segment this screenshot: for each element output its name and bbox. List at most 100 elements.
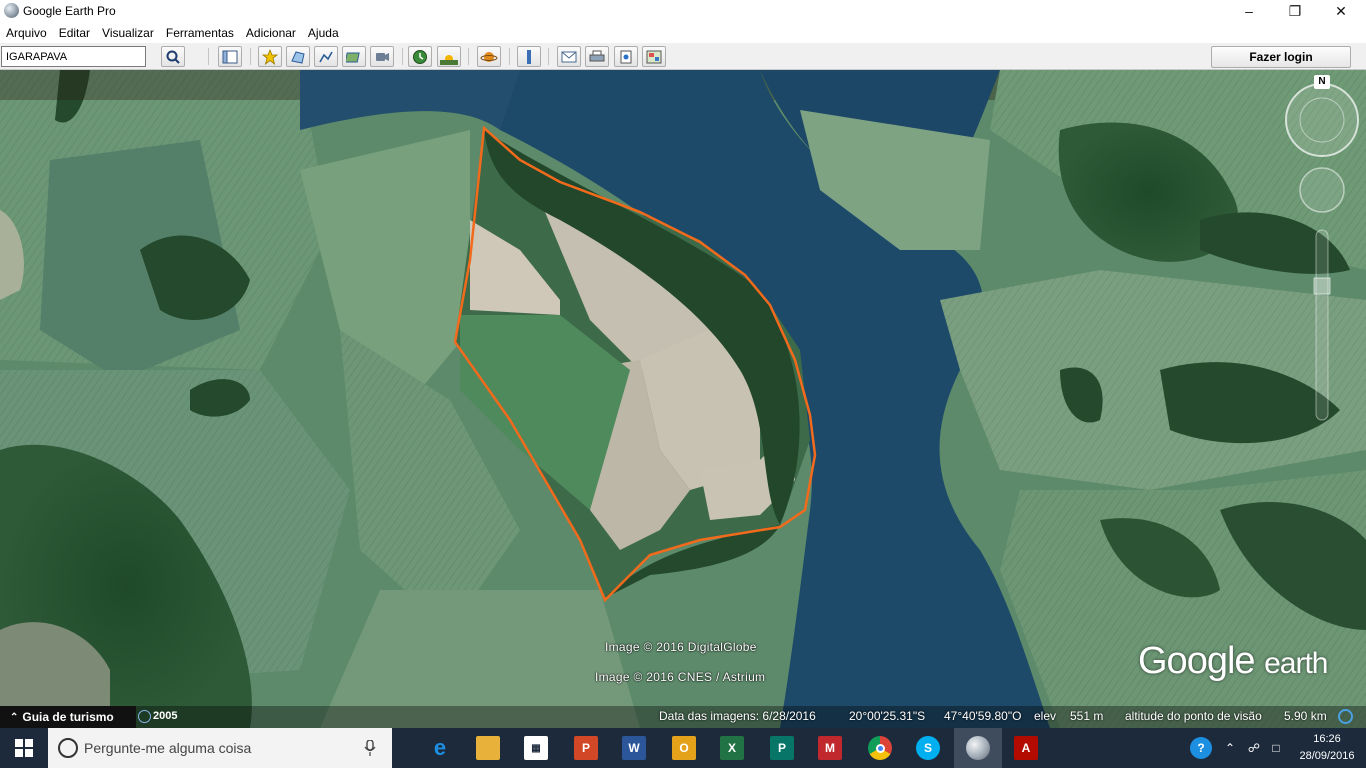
network-icon: ☍ (1247, 741, 1261, 755)
sidebar-toggle-button[interactable] (218, 46, 242, 67)
menu-bar: Arquivo Editar Visualizar Ferramentas Ad… (0, 22, 1366, 43)
help-tray-button[interactable]: ? (1186, 728, 1216, 768)
minimize-button[interactable]: – (1226, 0, 1272, 22)
sunlight-icon (440, 54, 458, 65)
elevation-label: elev (1034, 709, 1057, 723)
taskbar-publisher[interactable]: P (758, 728, 806, 768)
tour-guide-button[interactable]: ⌃ Guia de turismo (0, 706, 136, 728)
look-joystick[interactable] (1285, 83, 1359, 157)
map-view[interactable]: N Image © 2016 DigitalGlobe Image © 2016… (0, 70, 1366, 728)
excel-icon: X (720, 736, 744, 760)
view-in-maps-button[interactable] (642, 46, 666, 67)
taskbar-outlook[interactable]: O (660, 728, 708, 768)
network-tray[interactable]: ☍ (1242, 728, 1266, 768)
add-polygon-button[interactable] (286, 46, 310, 67)
path-icon (319, 51, 333, 62)
chrome-icon (868, 736, 892, 760)
media-app-icon: M (818, 736, 842, 760)
google-earth-logo: Google earth (1138, 640, 1329, 682)
save-image-button[interactable] (614, 46, 638, 67)
sidebar-toggle-icon (222, 50, 238, 63)
ruler-button[interactable] (517, 46, 541, 67)
toolbar-separator (509, 48, 510, 65)
historical-imagery-button[interactable] (408, 46, 432, 67)
close-button[interactable]: ✕ (1318, 0, 1364, 22)
email-button[interactable] (557, 46, 581, 67)
eye-altitude-value: 5.90 km (1284, 709, 1327, 723)
menu-arquivo[interactable]: Arquivo (0, 26, 53, 40)
print-button[interactable] (585, 46, 609, 67)
cortana-search-box[interactable]: Pergunte-me alguma coisa (48, 728, 392, 768)
clock-time: 16:26 (1313, 733, 1341, 745)
satellite-imagery[interactable] (0, 70, 1366, 728)
eye-altitude-label: altitude do ponto de visão (1125, 709, 1262, 723)
taskbar-clock[interactable]: 16:26 28/09/2016 (1294, 731, 1360, 765)
speaker-icon: □ (1272, 741, 1280, 755)
historical-imagery-icon (413, 49, 427, 64)
taskbar-word[interactable]: W (610, 728, 658, 768)
attribution-cnes: Image © 2016 CNES / Astrium (595, 670, 766, 684)
taskbar-media-app[interactable]: M (806, 728, 854, 768)
menu-editar[interactable]: Editar (53, 26, 96, 40)
add-image-overlay-button[interactable] (342, 46, 366, 67)
compass-north-label[interactable]: N (1314, 75, 1330, 89)
chevron-up-icon: ⌃ (1224, 741, 1236, 755)
placemark-icon (262, 48, 278, 65)
planets-icon (480, 51, 498, 62)
add-placemark-button[interactable] (258, 46, 282, 67)
search-button[interactable] (161, 46, 185, 67)
google-earth-icon (966, 736, 990, 760)
add-path-button[interactable] (314, 46, 338, 67)
maximize-button[interactable]: ❐ (1272, 0, 1318, 22)
menu-ajuda[interactable]: Ajuda (302, 26, 345, 40)
powerpoint-icon: P (574, 736, 598, 760)
status-bar: ⌃ Guia de turismo 2005 Data das imagens:… (0, 706, 1366, 728)
start-button[interactable] (0, 728, 48, 768)
image-overlay-icon (346, 52, 360, 62)
toolbar: Fazer login (0, 43, 1366, 70)
google-earth-app-icon (4, 3, 19, 18)
planets-button[interactable] (477, 46, 501, 67)
taskbar-acrobat[interactable]: A (1002, 728, 1050, 768)
menu-adicionar[interactable]: Adicionar (240, 26, 302, 40)
streaming-indicator-icon (1338, 709, 1353, 724)
toolbar-separator (208, 48, 209, 65)
longitude-readout: 47°40'59.80"O (944, 709, 1022, 723)
zoom-slider[interactable] (1315, 229, 1329, 421)
taskbar-file-explorer[interactable] (464, 728, 512, 768)
sunlight-button[interactable] (437, 46, 461, 67)
toolbar-separator (468, 48, 469, 65)
taskbar-chrome[interactable] (856, 728, 904, 768)
show-hidden-icons-button[interactable]: ⌃ (1218, 728, 1242, 768)
volume-tray[interactable]: □ (1264, 728, 1288, 768)
taskbar-google-earth[interactable] (954, 728, 1002, 768)
taskbar-skype[interactable]: S (904, 728, 952, 768)
menu-visualizar[interactable]: Visualizar (96, 26, 160, 40)
menu-ferramentas[interactable]: Ferramentas (160, 26, 240, 40)
outlook-icon: O (672, 736, 696, 760)
polygon-icon (291, 50, 305, 64)
windows-logo-icon (15, 739, 33, 757)
move-joystick[interactable] (1299, 167, 1345, 213)
skype-icon: S (916, 736, 940, 760)
save-image-icon (620, 50, 632, 63)
imagery-date: Data das imagens: 6/28/2016 (659, 709, 816, 723)
taskbar-powerpoint[interactable]: P (562, 728, 610, 768)
clock-icon[interactable] (138, 710, 151, 723)
toolbar-separator (402, 48, 403, 65)
taskbar-store[interactable]: ▦ (512, 728, 560, 768)
historical-imagery-year[interactable]: 2005 (153, 710, 177, 722)
microphone-icon[interactable] (364, 740, 376, 756)
toolbar-separator (250, 48, 251, 65)
record-tour-button[interactable] (370, 46, 394, 67)
search-input[interactable] (1, 46, 146, 67)
publisher-icon: P (770, 736, 794, 760)
search-icon (166, 50, 180, 64)
window-title: Google Earth Pro (23, 4, 116, 18)
taskbar-excel[interactable]: X (708, 728, 756, 768)
taskbar-edge[interactable]: e (416, 728, 464, 768)
login-button[interactable]: Fazer login (1211, 46, 1351, 68)
windows-taskbar: Pergunte-me alguma coisa e ▦ P W O X P M… (0, 728, 1366, 768)
store-icon: ▦ (524, 736, 548, 760)
acrobat-icon: A (1014, 736, 1038, 760)
